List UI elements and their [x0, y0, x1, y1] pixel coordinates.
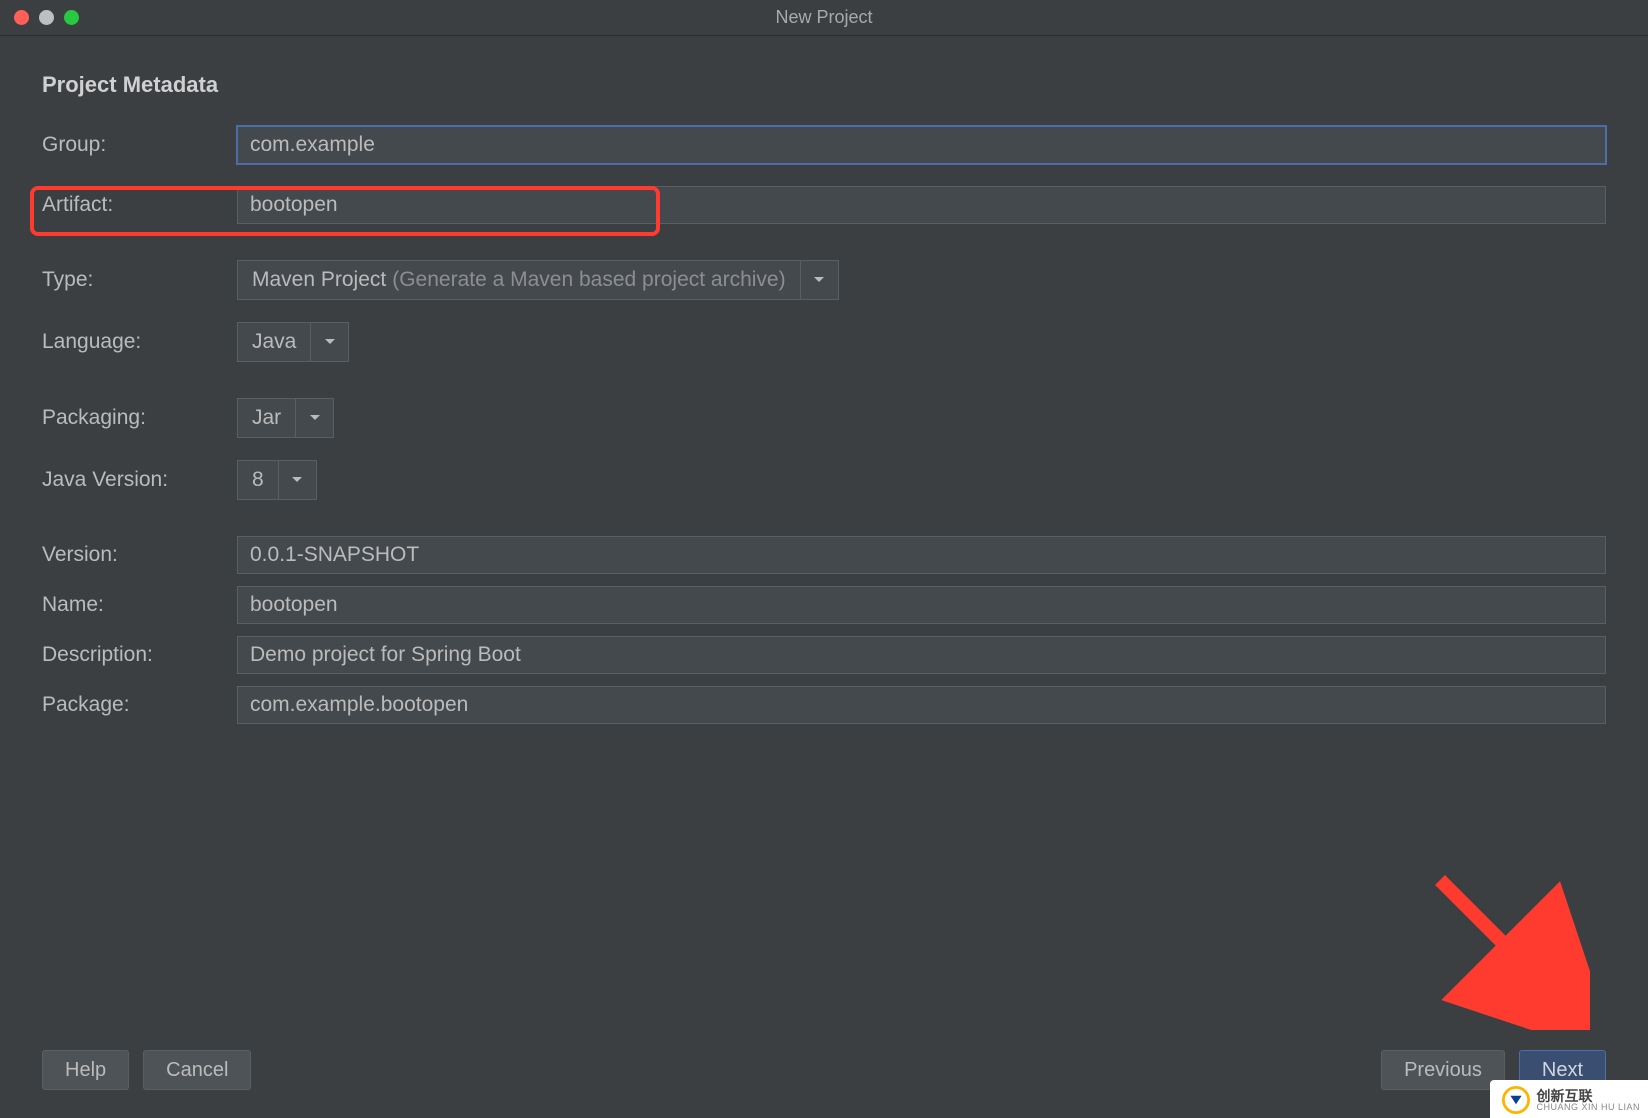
version-input[interactable] — [237, 536, 1606, 574]
chevron-down-icon — [309, 414, 321, 422]
row-name: Name: — [42, 586, 1606, 624]
name-input[interactable] — [237, 586, 1606, 624]
row-java-version: Java Version: 8 — [42, 460, 1606, 500]
content-area: Project Metadata Group: Artifact: Type: … — [0, 36, 1648, 724]
label-version: Version: — [42, 543, 237, 567]
watermark: 创新互联 CHUANG XIN HU LIAN — [1490, 1080, 1648, 1118]
label-packaging: Packaging: — [42, 406, 237, 430]
section-title: Project Metadata — [42, 72, 1606, 98]
cancel-button[interactable]: Cancel — [143, 1050, 251, 1090]
artifact-input[interactable] — [237, 186, 1606, 224]
watermark-logo-icon — [1502, 1086, 1530, 1114]
row-packaging: Packaging: Jar — [42, 398, 1606, 438]
row-artifact: Artifact: — [42, 186, 1606, 224]
type-dropdown-button[interactable] — [800, 261, 838, 299]
watermark-sub: CHUANG XIN HU LIAN — [1536, 1103, 1640, 1112]
label-java-version: Java Version: — [42, 468, 237, 492]
row-type: Type: Maven Project (Generate a Maven ba… — [42, 260, 1606, 300]
packaging-dropdown-button[interactable] — [295, 399, 333, 437]
row-group: Group: — [42, 126, 1606, 164]
label-language: Language: — [42, 330, 237, 354]
label-package: Package: — [42, 693, 237, 717]
chevron-down-icon — [291, 476, 303, 484]
java-version-value: 8 — [252, 468, 264, 492]
java-version-combo[interactable]: 8 — [237, 460, 317, 500]
label-type: Type: — [42, 268, 237, 292]
row-description: Description: — [42, 636, 1606, 674]
type-hint: (Generate a Maven based project archive) — [392, 268, 785, 292]
java-version-dropdown-button[interactable] — [278, 461, 316, 499]
titlebar: New Project — [0, 0, 1648, 36]
label-description: Description: — [42, 643, 237, 667]
previous-button[interactable]: Previous — [1381, 1050, 1505, 1090]
type-combo[interactable]: Maven Project (Generate a Maven based pr… — [237, 260, 839, 300]
row-language: Language: Java — [42, 322, 1606, 362]
button-bar: Help Cancel Previous Next — [42, 1050, 1606, 1090]
type-value: Maven Project — [252, 268, 386, 292]
annotation-arrow-next — [1420, 860, 1590, 1030]
language-combo[interactable]: Java — [237, 322, 349, 362]
row-version: Version: — [42, 536, 1606, 574]
packaging-combo[interactable]: Jar — [237, 398, 334, 438]
window-title: New Project — [0, 7, 1648, 28]
row-package: Package: — [42, 686, 1606, 724]
label-artifact: Artifact: — [42, 193, 237, 217]
language-value: Java — [252, 330, 296, 354]
chevron-down-icon — [813, 276, 825, 284]
description-input[interactable] — [237, 636, 1606, 674]
label-group: Group: — [42, 133, 237, 157]
language-dropdown-button[interactable] — [310, 323, 348, 361]
help-button[interactable]: Help — [42, 1050, 129, 1090]
chevron-down-icon — [324, 338, 336, 346]
group-input[interactable] — [237, 126, 1606, 164]
packaging-value: Jar — [252, 406, 281, 430]
package-input[interactable] — [237, 686, 1606, 724]
label-name: Name: — [42, 593, 237, 617]
